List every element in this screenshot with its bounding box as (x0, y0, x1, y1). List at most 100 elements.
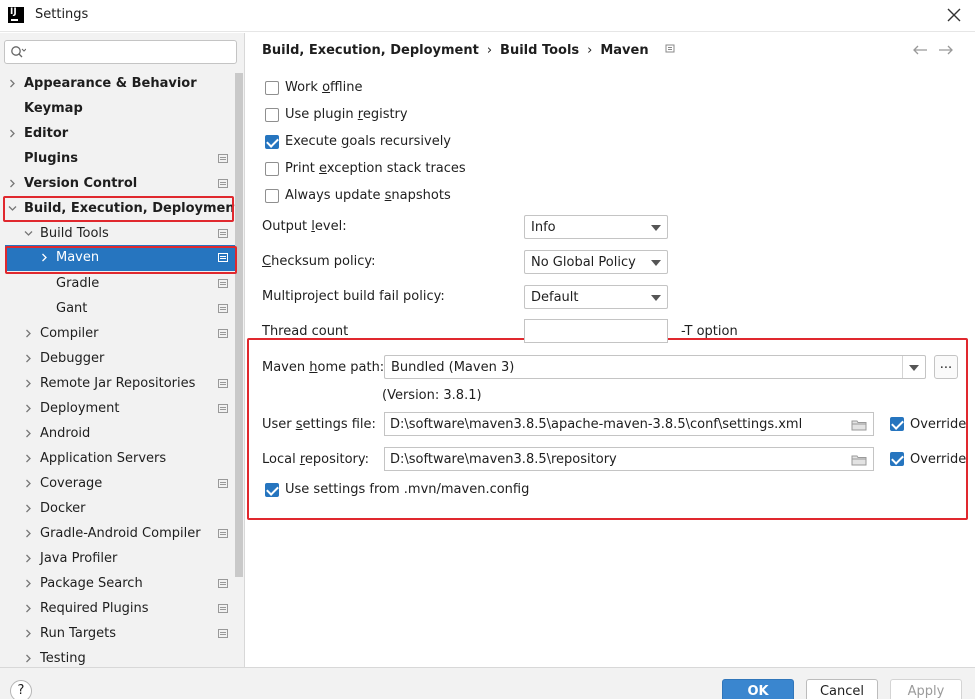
sidebar-item-version-control[interactable]: Version Control (0, 171, 235, 196)
chevron-right-icon[interactable] (24, 554, 33, 563)
chevron-right-icon[interactable] (24, 629, 33, 638)
browse-maven-home-button[interactable]: ... (934, 355, 958, 379)
cancel-button[interactable]: Cancel (806, 679, 878, 699)
settings-search-box[interactable] (4, 40, 237, 64)
sidebar-item-editor[interactable]: Editor (0, 121, 235, 146)
output-level-dropdown[interactable]: Info (524, 215, 668, 239)
print-exception-stack-traces-checkbox[interactable] (265, 162, 279, 176)
dropdown-divider (902, 356, 903, 378)
sidebar-item-label: Testing (40, 651, 86, 666)
local-repository-input[interactable]: D:\software\maven3.8.5\repository (384, 447, 874, 471)
project-scope-icon (218, 329, 228, 338)
chevron-right-icon[interactable] (24, 454, 33, 463)
sidebar-item-appearance-behavior[interactable]: Appearance & Behavior (0, 71, 235, 96)
chevron-right-icon[interactable] (8, 129, 17, 138)
help-button[interactable]: ? (10, 680, 32, 699)
sidebar-item-java-profiler[interactable]: Java Profiler (0, 546, 235, 571)
use-plugin-registry-label[interactable]: Use plugin registry (285, 107, 408, 122)
sidebar-item-compiler[interactable]: Compiler (0, 321, 235, 346)
sidebar-item-android[interactable]: Android (0, 421, 235, 446)
sidebar-item-run-targets[interactable]: Run Targets (0, 621, 235, 646)
window-title: Settings (35, 7, 89, 22)
chevron-right-icon[interactable] (24, 479, 33, 488)
work-offline-label[interactable]: Work offline (285, 80, 362, 95)
breadcrumb-item[interactable]: Build Tools (500, 43, 579, 58)
execute-goals-recursively-checkbox[interactable] (265, 135, 279, 149)
sidebar-item-gradle[interactable]: Gradle (0, 271, 235, 296)
sidebar-item-debugger[interactable]: Debugger (0, 346, 235, 371)
user-settings-override-label[interactable]: Override (910, 417, 966, 432)
sidebar-item-remote-jar-repositories[interactable]: Remote Jar Repositories (0, 371, 235, 396)
search-input[interactable] (33, 43, 233, 61)
print-exception-stack-traces-label[interactable]: Print exception stack traces (285, 161, 466, 176)
checksum-policy-dropdown[interactable]: No Global Policy (524, 250, 668, 274)
sidebar-item-deployment[interactable]: Deployment (0, 396, 235, 421)
chevron-right-icon[interactable] (24, 654, 33, 663)
chevron-down-icon[interactable] (24, 229, 33, 238)
folder-icon[interactable] (851, 419, 867, 431)
always-update-snapshots-label[interactable]: Always update snapshots (285, 188, 451, 203)
local-repository-override-label[interactable]: Override (910, 452, 966, 467)
checksum-policy-label: Checksum policy: (262, 254, 376, 269)
project-scope-icon (218, 154, 228, 163)
sidebar-item-label: Package Search (40, 576, 143, 591)
sidebar-item-docker[interactable]: Docker (0, 496, 235, 521)
chevron-right-icon[interactable] (24, 604, 33, 613)
use-mvn-config-checkbox[interactable] (265, 483, 279, 497)
chevron-right-icon[interactable] (40, 253, 49, 262)
apply-button[interactable]: Apply (890, 679, 962, 699)
chevron-right-icon[interactable] (24, 329, 33, 338)
sidebar-scrollbar[interactable] (235, 73, 243, 577)
folder-icon[interactable] (851, 454, 867, 466)
sidebar-item-label: Appearance & Behavior (24, 76, 197, 91)
sidebar-item-package-search[interactable]: Package Search (0, 571, 235, 596)
sidebar-item-label: Editor (24, 126, 69, 141)
chevron-right-icon[interactable] (24, 354, 33, 363)
sidebar-item-maven[interactable]: Maven (5, 245, 238, 271)
close-icon[interactable] (945, 6, 963, 24)
project-scope-icon (218, 179, 228, 188)
breadcrumb-item[interactable]: Build, Execution, Deployment (262, 43, 479, 58)
local-repository-override-checkbox[interactable] (890, 452, 904, 466)
chevron-right-icon[interactable] (24, 529, 33, 538)
thread-count-input[interactable] (524, 319, 668, 343)
execute-goals-recursively-label[interactable]: Execute goals recursively (285, 134, 451, 149)
sidebar-item-testing[interactable]: Testing (0, 646, 235, 667)
thread-count-label: Thread count (262, 324, 349, 339)
chevron-right-icon[interactable] (24, 429, 33, 438)
sidebar-item-plugins[interactable]: Plugins (0, 146, 235, 171)
breadcrumb-item: Maven (600, 43, 649, 58)
sidebar-item-label: Remote Jar Repositories (40, 376, 196, 391)
ok-button[interactable]: OK (722, 679, 794, 699)
sidebar-item-application-servers[interactable]: Application Servers (0, 446, 235, 471)
chevron-right-icon[interactable] (24, 379, 33, 388)
forward-arrow-icon[interactable] (938, 44, 954, 56)
chevron-right-icon[interactable] (24, 404, 33, 413)
user-settings-file-input[interactable]: D:\software\maven3.8.5\apache-maven-3.8.… (384, 412, 874, 436)
chevron-down-icon[interactable] (8, 204, 17, 213)
use-mvn-config-label[interactable]: Use settings from .mvn/maven.config (285, 482, 529, 497)
project-scope-icon (218, 529, 228, 538)
sidebar-item-build-execution-deployment[interactable]: Build, Execution, Deployment (0, 196, 241, 221)
sidebar-item-build-tools[interactable]: Build Tools (0, 221, 235, 246)
back-arrow-icon[interactable] (912, 44, 928, 56)
work-offline-checkbox[interactable] (265, 81, 279, 95)
always-update-snapshots-checkbox[interactable] (265, 189, 279, 203)
sidebar-item-gradle-android-compiler[interactable]: Gradle-Android Compiler (0, 521, 235, 546)
use-plugin-registry-checkbox[interactable] (265, 108, 279, 122)
dropdown-arrow-icon (651, 260, 661, 266)
sidebar-item-label: Plugins (24, 151, 78, 166)
sidebar-item-coverage[interactable]: Coverage (0, 471, 235, 496)
chevron-right-icon[interactable] (24, 579, 33, 588)
dialog-footer: ? OK Cancel Apply (0, 667, 975, 699)
user-settings-override-checkbox[interactable] (890, 417, 904, 431)
chevron-right-icon[interactable] (24, 504, 33, 513)
sidebar-item-required-plugins[interactable]: Required Plugins (0, 596, 235, 621)
dropdown-arrow-icon (651, 295, 661, 301)
sidebar-item-gant[interactable]: Gant (0, 296, 235, 321)
multiproject-fail-policy-dropdown[interactable]: Default (524, 285, 668, 309)
chevron-right-icon[interactable] (8, 179, 17, 188)
chevron-right-icon[interactable] (8, 79, 17, 88)
maven-home-path-dropdown[interactable]: Bundled (Maven 3) (384, 355, 926, 379)
sidebar-item-keymap[interactable]: Keymap (0, 96, 235, 121)
